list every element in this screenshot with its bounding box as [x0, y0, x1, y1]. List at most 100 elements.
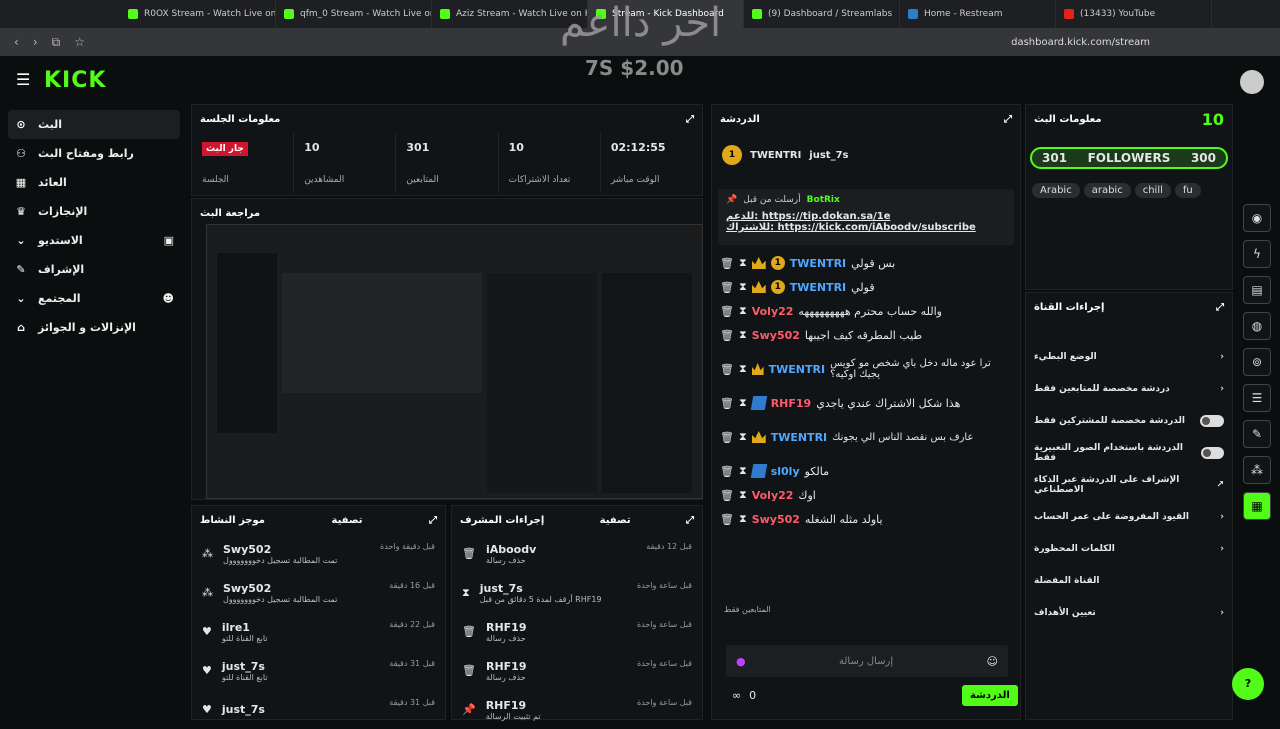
timeout-icon[interactable]: ⧗ — [739, 396, 747, 410]
sidebar-item-stream-key[interactable]: ⚇ رابط ومفتاح البث — [8, 139, 180, 168]
extension-icon[interactable]: ⧉ — [52, 35, 61, 50]
timeout-icon[interactable]: ⧗ — [739, 256, 747, 270]
sidebar-item-moderation[interactable]: ✎ الإشراف — [8, 255, 180, 284]
trash-icon[interactable]: 🗑 — [720, 431, 734, 444]
help-icon[interactable]: ? — [1232, 668, 1264, 700]
browser-tab-6[interactable]: Home - Restream — [900, 0, 1056, 28]
browser-tab-5[interactable]: (9) Dashboard / Streamlabs — [744, 0, 900, 28]
chat-input[interactable]: ● إرسال رسالة ☺ — [726, 645, 1008, 677]
expand-icon[interactable]: ⤢ — [686, 114, 694, 125]
feed-time: قبل 16 دقيقة — [389, 581, 435, 590]
activity-title: موجز النشاط — [200, 514, 265, 526]
tab-label: Home - Restream — [924, 9, 1003, 19]
pinned-line[interactable]: للدعم: https://tip.dokan.sa/1e — [726, 211, 1006, 222]
timeout-icon[interactable]: ⧗ — [739, 280, 747, 294]
sidebar-item-drops[interactable]: ⌂ الإنزالات و الجوائز — [8, 313, 180, 342]
avatar[interactable] — [1240, 70, 1264, 94]
sidebar-item-live[interactable]: ⊙ البث — [8, 110, 180, 139]
panel-header: الدردشة ⤢ — [712, 105, 1020, 133]
expand-icon[interactable]: ⤢ — [1216, 302, 1224, 313]
timeout-icon[interactable]: ⧗ — [739, 464, 747, 478]
chat-username[interactable]: TWENTRI — [790, 281, 846, 294]
action-set-goals[interactable]: تعيين الأهداف › — [1026, 597, 1232, 629]
trash-icon[interactable]: 🗑 — [720, 363, 734, 376]
trash-icon[interactable]: 🗑 — [720, 513, 734, 526]
action-slow-mode[interactable]: الوضع البطيء › — [1026, 341, 1232, 373]
expand-icon[interactable]: ⤢ — [686, 515, 694, 526]
timeout-icon[interactable]: ⧗ — [739, 488, 747, 502]
browser-tab-2[interactable]: qfm_0 Stream - Watch Live on K — [276, 0, 432, 28]
drops-icon[interactable]: ⁂ — [1243, 456, 1271, 484]
timeout-icon[interactable]: ⧗ — [739, 430, 747, 444]
camera-icon[interactable]: ◉ — [1243, 204, 1271, 232]
action-subs-only[interactable]: الدردشة مخصصة للمشتركين فقط — [1026, 405, 1232, 437]
chat-bubble-icon[interactable]: ◍ — [1243, 312, 1271, 340]
stat-label: الوقت مباشر — [610, 175, 660, 185]
stream-preview[interactable] — [206, 224, 703, 499]
url-field[interactable]: dashboard.kick.com/stream — [1011, 37, 1150, 48]
chat-username[interactable]: Swy502 — [752, 513, 800, 526]
sidebar-item-studio[interactable]: ⌄ الاستديو ▣ — [8, 226, 180, 255]
chat-username[interactable]: Voly22 — [752, 305, 794, 318]
emoji-icon[interactable]: ☺ — [987, 655, 998, 668]
sidebar-item-community[interactable]: ⌄ المجتمع ☻ — [8, 284, 180, 313]
timeout-icon[interactable]: ⧗ — [739, 362, 747, 376]
expand-icon[interactable]: ⤢ — [1004, 114, 1012, 125]
menu-icon[interactable]: ☰ — [16, 70, 30, 89]
trash-icon[interactable]: 🗑 — [720, 489, 734, 502]
chat-username[interactable]: RHF19 — [771, 397, 812, 410]
clapper-icon[interactable]: ▦ — [1243, 492, 1271, 520]
subs-only-toggle[interactable] — [1200, 415, 1224, 427]
stream-tag: chill — [1134, 183, 1171, 198]
trash-icon[interactable]: 🗑 — [720, 281, 734, 294]
action-emote-only[interactable]: الدردشة باستخدام الصور التعبيرية فقط — [1026, 437, 1232, 469]
chat-username[interactable]: TWENTRI — [790, 257, 846, 270]
broadcast-icon[interactable]: ⊚ — [1243, 348, 1271, 376]
timeout-icon[interactable]: ⧗ — [739, 304, 747, 318]
timeout-icon[interactable]: ⧗ — [739, 328, 747, 342]
trash-icon[interactable]: 🗑 — [720, 465, 734, 478]
list-item: ♥ ilre1 تابع القناة للتو قبل 22 دقيقة — [192, 612, 445, 651]
action-ai-mod[interactable]: الإشراف على الدردشة عبر الذكاء الاصطناعي… — [1026, 469, 1232, 501]
sidebar-item-revenue[interactable]: ▦ العائد — [8, 168, 180, 197]
expand-icon[interactable]: ⤢ — [429, 515, 437, 526]
feed-name: RHF19 — [485, 698, 527, 712]
kick-logo[interactable]: KICK — [44, 68, 106, 93]
send-chat-button[interactable]: الدردشة — [962, 685, 1018, 706]
trash-icon[interactable]: 🗑 — [720, 305, 734, 318]
mod-filter[interactable]: تصفية — [600, 515, 631, 526]
sidebar-item-achievements[interactable]: ♛ الإنجازات — [8, 197, 180, 226]
chat-text: بس قولي — [851, 256, 896, 270]
chat-username[interactable]: sl0ly — [771, 465, 800, 478]
timeout-icon[interactable]: ⧗ — [739, 512, 747, 526]
session-title: معلومات الجلسة — [200, 113, 281, 125]
forward-icon[interactable]: › — [33, 35, 38, 49]
activity-filter[interactable]: تصفية — [332, 515, 363, 526]
infinity-icon[interactable]: ∞ — [732, 689, 741, 702]
trash-icon[interactable]: 🗑 — [720, 257, 734, 270]
pinned-line[interactable]: للاشتراك: https://kick.com/iAboodv/subsc… — [726, 222, 1006, 233]
feed-time: قبل دقيقة واحدة — [380, 542, 435, 551]
document-icon[interactable]: ▤ — [1243, 276, 1271, 304]
action-banned-words[interactable]: الكلمات المحظورة › — [1026, 533, 1232, 565]
trash-icon[interactable]: 🗑 — [720, 329, 734, 342]
bookmark-icon[interactable]: ☆ — [74, 35, 85, 49]
browser-tab-1[interactable]: R0OX Stream - Watch Live on K — [120, 0, 276, 28]
chat-username[interactable]: Swy502 — [752, 329, 800, 342]
emote-only-toggle[interactable] — [1200, 447, 1224, 459]
back-icon[interactable]: ‹ — [14, 35, 19, 49]
sidebar-item-label: العائد — [38, 176, 67, 189]
action-label: الكلمات المحظورة — [1034, 544, 1115, 554]
list-icon[interactable]: ☰ — [1243, 384, 1271, 412]
trash-icon[interactable]: 🗑 — [720, 397, 734, 410]
action-account-age[interactable]: القيود المفروضة على عمر الحساب › — [1026, 501, 1232, 533]
lightning-icon[interactable]: ϟ — [1243, 240, 1271, 268]
chat-message: 🗑 ⧗ sl0ly مالكو — [712, 459, 1020, 483]
wrench-icon[interactable]: ✎ — [1243, 420, 1271, 448]
chat-username[interactable]: TWENTRI — [769, 363, 825, 376]
mic-icon[interactable]: ● — [736, 655, 746, 668]
action-followers-only[interactable]: دردشة مخصصة للمتابعين فقط › — [1026, 373, 1232, 405]
chat-username[interactable]: TWENTRI — [771, 431, 827, 444]
chat-username[interactable]: Voly22 — [752, 489, 794, 502]
browser-tab-7[interactable]: (13433) YouTube — [1056, 0, 1212, 28]
